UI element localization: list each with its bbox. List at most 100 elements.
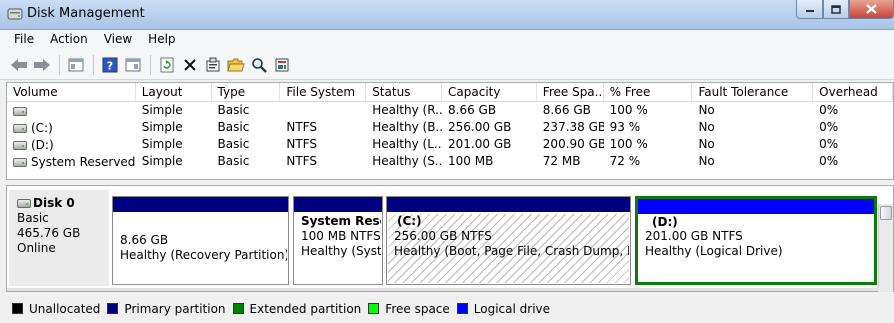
- legend-swatch: [456, 303, 468, 314]
- capacity-cell: 100 MB: [448, 154, 494, 168]
- disk-state: Online: [17, 241, 56, 255]
- scrollbar-thumb[interactable]: [880, 206, 892, 220]
- settings-button[interactable]: [271, 54, 293, 76]
- close-button[interactable]: [849, 0, 894, 19]
- partition-status: Healthy (Boot, Page File, Crash Dump, Pr…: [394, 244, 629, 258]
- percent-free-cell: 100 %: [609, 137, 648, 151]
- delete-icon: [184, 58, 196, 71]
- status-cell: Healthy (B...: [372, 120, 443, 134]
- refresh-button[interactable]: [156, 54, 178, 76]
- status-cell: Healthy (R...: [372, 103, 443, 117]
- file-system-cell: NTFS: [286, 154, 317, 168]
- partition-d-body: (D:) 201.00 GB NTFS Healthy (Logical Dri…: [639, 214, 873, 281]
- partition-recovery[interactable]: 8.66 GB Healthy (Recovery Partition): [112, 196, 289, 285]
- legend-label: Extended partition: [249, 301, 362, 316]
- search-button[interactable]: [248, 54, 270, 76]
- file-system-cell: NTFS: [286, 137, 317, 151]
- column-header-overhead[interactable]: Overhead: [813, 83, 893, 102]
- table-row[interactable]: (C:) Simple Basic NTFS Healthy (B... 256…: [7, 119, 893, 136]
- table-row[interactable]: (D:) Simple Basic NTFS Healthy (L... 201…: [7, 136, 893, 153]
- back-button[interactable]: [8, 54, 30, 76]
- forward-button[interactable]: [31, 54, 53, 76]
- disk-graphical-view[interactable]: Disk 0 Basic 465.76 GB Online 8.66 GB He…: [6, 185, 894, 292]
- file-system-cell: [280, 102, 366, 119]
- overhead-cell: 0%: [819, 154, 839, 168]
- toolbar-separator: [150, 54, 151, 75]
- column-header-status[interactable]: Status: [366, 83, 443, 102]
- logical-drive-bar: [638, 199, 874, 214]
- column-header-file-system[interactable]: File System: [280, 83, 367, 102]
- partition-title: System Reser: [301, 214, 381, 228]
- free-space-cell: 8.66 GB: [542, 103, 591, 117]
- properties-button[interactable]: [202, 54, 224, 76]
- horizontal-scrollbar[interactable]: [7, 288, 879, 291]
- primary-partition-bar: [387, 197, 630, 212]
- toolbar-separator: [93, 54, 94, 75]
- column-header-percent-free[interactable]: % Free: [604, 83, 693, 102]
- legend-swatch: [368, 303, 380, 314]
- disk-name-row: Disk 0: [17, 196, 109, 211]
- back-icon: [11, 58, 27, 71]
- partition-title: [120, 214, 287, 229]
- partition-size: 8.66 GB: [120, 233, 169, 247]
- partition-c[interactable]: (C:) 256.00 GB NTFS Healthy (Boot, Page …: [386, 196, 631, 285]
- properties-pane-button[interactable]: [122, 54, 144, 76]
- overhead-cell: 0%: [819, 137, 839, 151]
- partition-title: (C:): [397, 214, 422, 228]
- capacity-cell: 256.00 GB: [448, 120, 512, 134]
- legend-item-extended-partition: Extended partition: [232, 301, 362, 316]
- volume-name-cell: System Reserved: [7, 153, 136, 170]
- column-header-volume[interactable]: Volume: [7, 83, 136, 102]
- help-button[interactable]: ?: [99, 54, 121, 76]
- show-hide-console-tree-icon: [68, 58, 84, 71]
- maximize-button[interactable]: [823, 0, 849, 19]
- legend-label: Logical drive: [473, 301, 551, 316]
- fault-tolerance-cell: No: [698, 103, 715, 117]
- type-cell: Basic: [217, 137, 250, 151]
- toolbar-separator: [59, 54, 60, 75]
- legend-swatch: [107, 303, 119, 314]
- percent-free-cell: 93 %: [609, 120, 641, 134]
- menu-action[interactable]: Action: [42, 30, 96, 50]
- fault-tolerance-cell: No: [698, 154, 715, 168]
- drive-icon: [13, 106, 27, 116]
- column-header-fault-tolerance[interactable]: Fault Tolerance: [692, 83, 814, 102]
- table-row[interactable]: Simple Basic Healthy (R... 8.66 GB 8.66 …: [7, 102, 893, 119]
- menu-view[interactable]: View: [96, 30, 140, 50]
- partition-d[interactable]: (D:) 201.00 GB NTFS Healthy (Logical Dri…: [635, 196, 877, 285]
- percent-free-cell: 72 %: [609, 154, 641, 168]
- disk-size: 465.76 GB: [17, 226, 81, 240]
- column-header-type[interactable]: Type: [212, 83, 281, 102]
- layout-cell: Simple: [141, 120, 183, 134]
- open-folder-button[interactable]: [225, 54, 247, 76]
- column-header-capacity[interactable]: Capacity: [442, 83, 537, 102]
- refresh-icon: [160, 57, 174, 72]
- column-header-layout[interactable]: Layout: [136, 83, 212, 102]
- type-cell: Basic: [217, 103, 250, 117]
- open-folder-icon: [227, 58, 245, 71]
- minimize-button[interactable]: [796, 0, 823, 19]
- vertical-scrollbar[interactable]: [878, 204, 893, 292]
- properties-pane-icon: [125, 58, 141, 71]
- legend-item-logical-drive: Logical drive: [456, 301, 551, 316]
- table-row[interactable]: System Reserved Simple Basic NTFS Health…: [7, 153, 893, 170]
- minimize-icon: [805, 10, 814, 12]
- drive-icon: [13, 157, 27, 167]
- column-header-free-space[interactable]: Free Spa...: [537, 83, 604, 102]
- volume-list[interactable]: Volume Layout Type File System Status Ca…: [6, 82, 894, 180]
- capacity-cell: 201.00 GB: [448, 137, 512, 151]
- legend-label: Free space: [385, 301, 450, 316]
- window-title: Disk Management: [27, 6, 145, 21]
- delete-button[interactable]: [179, 54, 201, 76]
- layout-cell: Simple: [141, 137, 183, 151]
- menu-help[interactable]: Help: [140, 30, 183, 50]
- partition-status: Healthy (Logical Drive): [645, 244, 783, 258]
- disk-0-label[interactable]: Disk 0 Basic 465.76 GB Online: [9, 190, 109, 286]
- legend: Unallocated Primary partition Extended p…: [6, 294, 894, 323]
- disk-name: Disk 0: [33, 196, 75, 210]
- volume-name-cell: (D:): [7, 136, 136, 153]
- partition-system-reserved[interactable]: System Reser 100 MB NTFS Healthy (Syste: [293, 196, 383, 285]
- menu-file[interactable]: File: [0, 30, 42, 50]
- legend-item-free-space: Free space: [368, 301, 450, 316]
- show-hide-console-tree-button[interactable]: [65, 54, 87, 76]
